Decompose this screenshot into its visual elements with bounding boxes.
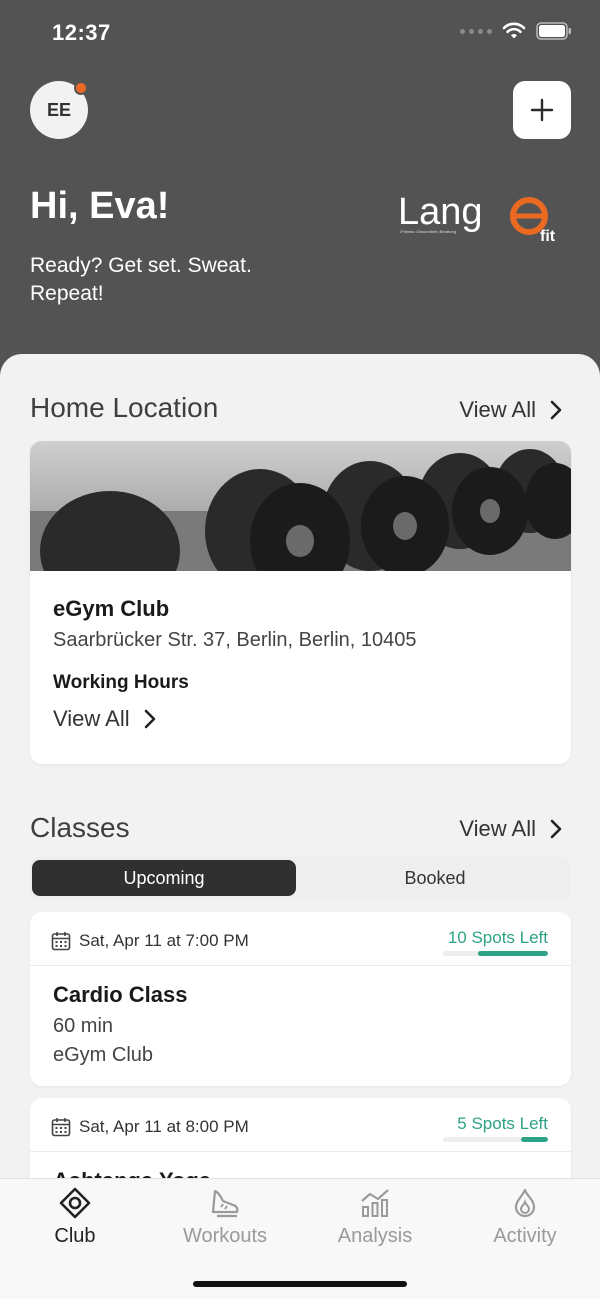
tab-label: Analysis — [337, 1225, 413, 1247]
workouts-icon — [211, 1189, 239, 1218]
tab-label: Workouts — [182, 1225, 268, 1247]
calendar-icon — [51, 1118, 71, 1137]
status-indicators — [460, 22, 572, 40]
add-button[interactable] — [513, 81, 571, 139]
club-address: Saarbrücker Str. 37, Berlin, Berlin, 104… — [53, 629, 417, 651]
spots-left: 10 Spots Left — [447, 928, 548, 947]
tab-analysis[interactable]: Analysis — [300, 1187, 450, 1248]
avatar-initials: EE — [46, 99, 71, 120]
class-duration: 60 min — [53, 1015, 114, 1037]
working-hours-view-all[interactable]: View All — [53, 706, 156, 732]
home-location-title: Home Location — [30, 392, 219, 423]
chevron-right-icon — [550, 400, 562, 420]
class-location: eGym Club — [53, 1044, 154, 1066]
tab-club[interactable]: Club — [0, 1187, 150, 1248]
home-location-view-all[interactable]: View All — [459, 397, 562, 423]
signal-icon — [460, 28, 492, 34]
tab-booked[interactable]: Booked — [303, 860, 567, 896]
logo-text: Lang — [398, 191, 483, 233]
tab-label: Club — [54, 1225, 96, 1247]
view-all-label: View All — [53, 706, 130, 731]
brand-logo: Lang fit •Fitness •Gesundheit •Beratung — [398, 191, 556, 245]
activity-icon — [514, 1188, 536, 1218]
tab-upcoming[interactable]: Upcoming — [32, 860, 296, 896]
header: 12:37 EE Hi, Eva! Ready? Get set. Sweat.… — [0, 0, 600, 400]
spots-progress — [443, 951, 548, 956]
gym-photo — [30, 441, 571, 571]
club-name: eGym Club — [53, 596, 170, 621]
view-all-label: View All — [459, 816, 536, 841]
home-location-card[interactable]: eGym Club Saarbrücker Str. 37, Berlin, B… — [30, 441, 571, 764]
tab-activity[interactable]: Activity — [450, 1187, 600, 1248]
status-time: 12:37 — [52, 20, 111, 45]
class-card-header: Sat, Apr 11 at 7:00 PM 10 Spots Left — [30, 912, 571, 966]
avatar[interactable]: EE — [30, 81, 88, 139]
tab-label: Activity — [493, 1225, 557, 1247]
logo-tagline: •Fitness •Gesundheit •Beratung — [400, 229, 456, 234]
plus-icon — [530, 98, 554, 122]
analysis-icon — [361, 1189, 389, 1217]
class-name: Cardio Class — [53, 982, 188, 1007]
notification-dot — [74, 81, 88, 95]
classes-title: Classes — [30, 812, 130, 843]
class-date-text: Sat, Apr 11 at 7:00 PM — [79, 931, 249, 950]
class-date: Sat, Apr 11 at 8:00 PM — [51, 1117, 249, 1137]
greeting: Hi, Eva! — [30, 185, 170, 227]
class-card-header: Sat, Apr 11 at 8:00 PM 5 Spots Left — [30, 1098, 571, 1152]
tab-workouts[interactable]: Workouts — [150, 1187, 300, 1248]
class-card[interactable]: Sat, Apr 11 at 7:00 PM 10 Spots Left Car… — [30, 912, 571, 1086]
battery-icon — [536, 22, 571, 40]
chevron-right-icon — [550, 819, 562, 839]
spots-progress-fill — [477, 951, 548, 956]
logo-fit: fit — [540, 228, 556, 245]
spots-progress — [443, 1137, 548, 1142]
view-all-label: View All — [459, 397, 536, 422]
home-indicator — [193, 1281, 407, 1287]
class-card[interactable]: Sat, Apr 11 at 8:00 PM 5 Spots Left Asht… — [30, 1098, 571, 1184]
wifi-icon — [502, 22, 526, 39]
classes-view-all[interactable]: View All — [459, 816, 562, 842]
content-sheet: Home Location View All eGym Club Saarbrü… — [0, 354, 600, 1184]
spots-progress-fill — [520, 1137, 548, 1142]
class-date: Sat, Apr 11 at 7:00 PM — [51, 931, 249, 951]
club-icon — [59, 1187, 91, 1219]
status-bar: 12:37 — [52, 20, 572, 46]
classes-segmented-control: Upcoming Booked — [30, 857, 571, 899]
working-hours-label: Working Hours — [53, 672, 189, 693]
spots-left: 5 Spots Left — [457, 1114, 548, 1133]
chevron-right-icon — [144, 709, 155, 729]
calendar-icon — [51, 932, 71, 951]
class-date-text: Sat, Apr 11 at 8:00 PM — [79, 1117, 249, 1136]
greeting-subtitle: Ready? Get set. Sweat. Repeat! — [30, 254, 252, 305]
